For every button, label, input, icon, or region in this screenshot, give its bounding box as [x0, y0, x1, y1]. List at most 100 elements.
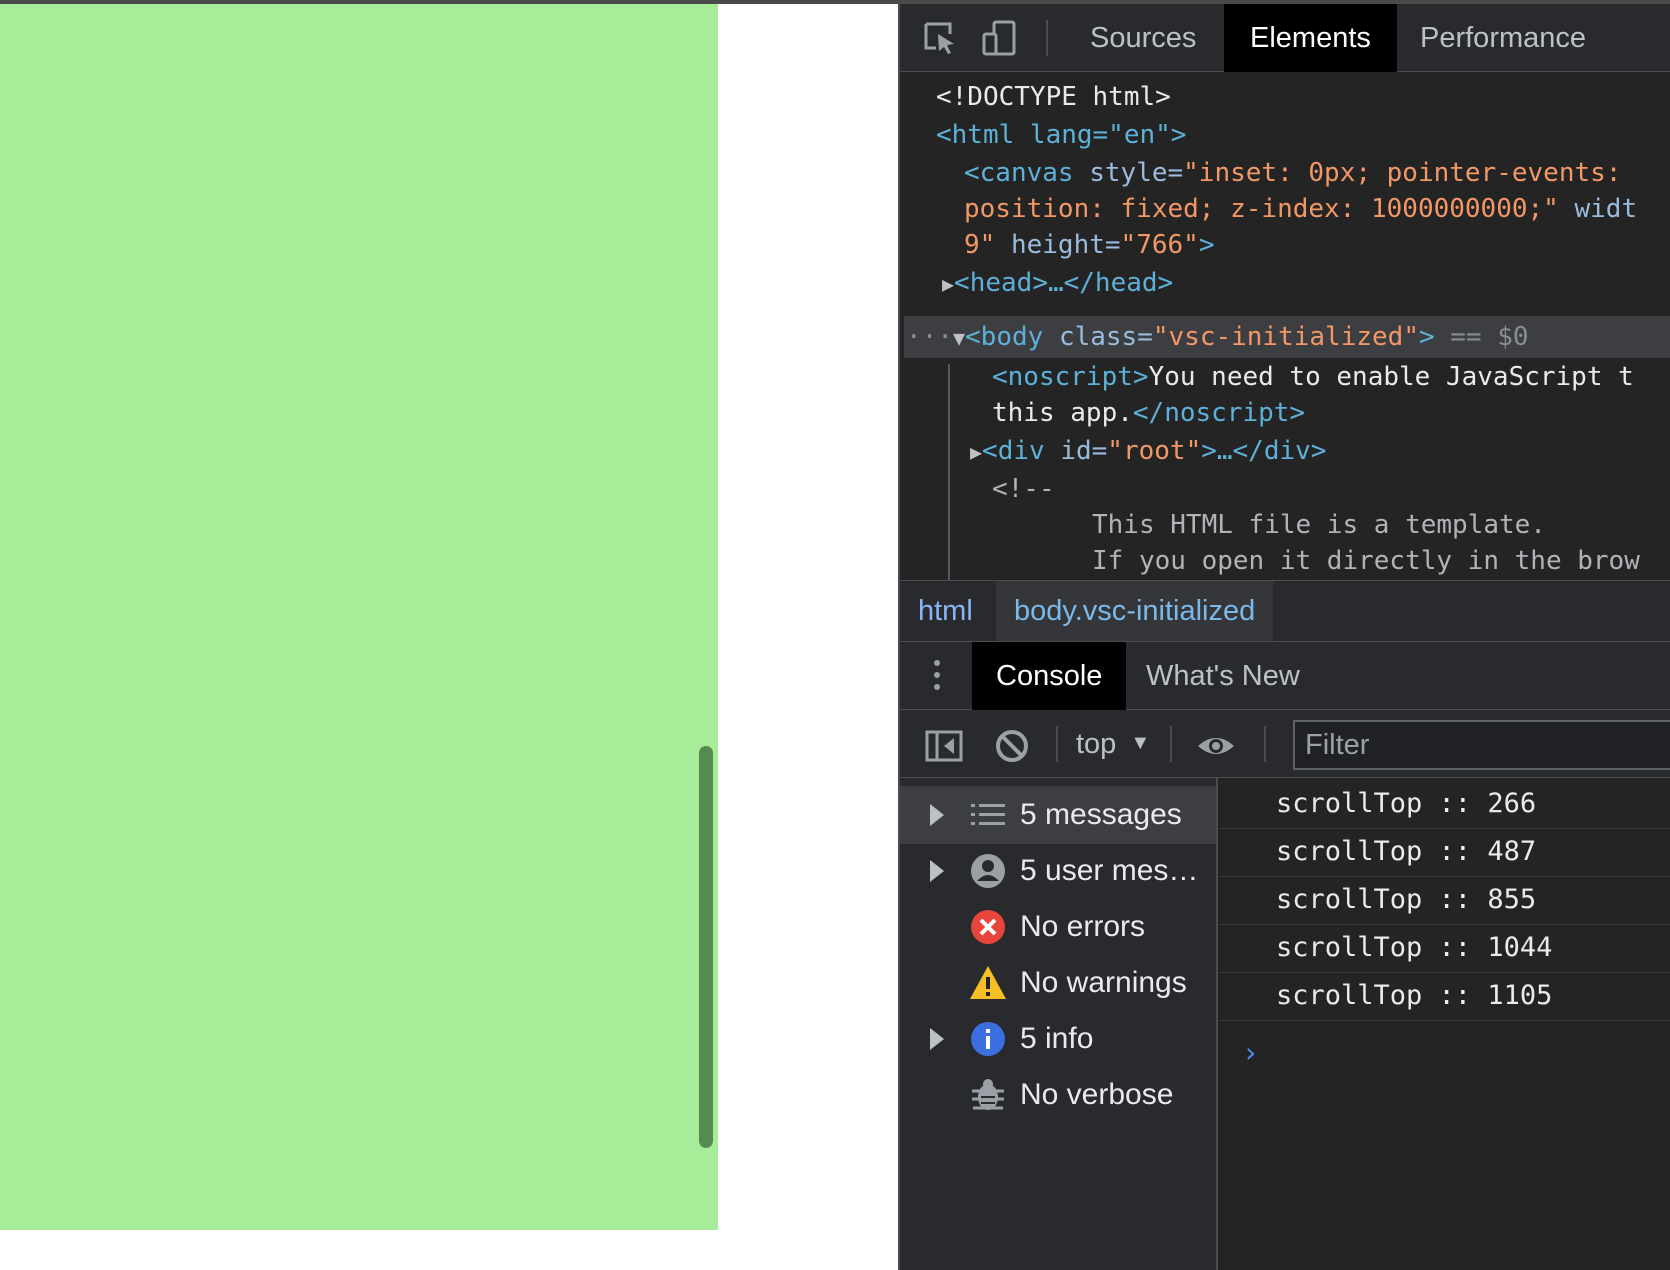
body-tag-close: >: [1418, 322, 1435, 352]
scrollbar-thumb[interactable]: [699, 746, 713, 1148]
expand-triangle-icon[interactable]: ▶: [970, 440, 982, 464]
sidebar-item-warnings[interactable]: No warnings: [900, 954, 1216, 1012]
sidebar-item-label: No errors: [1020, 910, 1146, 943]
tab-performance[interactable]: Performance: [1394, 4, 1612, 72]
canvas-style-value-2: position: fixed; z-index: 1000000000;": [964, 194, 1559, 224]
dom-line-comment[interactable]: <!--: [992, 470, 1055, 508]
canvas-tag: <canvas: [964, 158, 1090, 188]
page-viewport: [0, 4, 898, 1270]
collapse-triangle-icon[interactable]: ▼: [953, 326, 965, 350]
sidebar-item-label: 5 user mes…: [1020, 854, 1199, 887]
toolbar-divider: [1264, 726, 1266, 762]
sidebar-toggle-icon[interactable]: [924, 726, 964, 766]
devtools-panel: Sources Elements Performance <!DOCTYPE h…: [898, 4, 1670, 1270]
dom-line-doctype[interactable]: <!DOCTYPE html>: [936, 78, 1171, 116]
filter-input[interactable]: Filter: [1293, 720, 1670, 770]
dom-line-head[interactable]: ▶<head>…</head>: [942, 264, 1173, 302]
live-expression-eye-icon[interactable]: [1196, 726, 1236, 766]
sidebar-item-label: 5 messages: [1020, 798, 1182, 831]
tab-whats-new[interactable]: What's New: [1122, 642, 1324, 710]
breadcrumb-body[interactable]: body.vsc-initialized: [996, 581, 1274, 641]
toolbar-divider: [1170, 726, 1172, 762]
device-toolbar-icon[interactable]: [980, 18, 1020, 58]
dom-line-noscript-cont: this app.</noscript>: [992, 394, 1305, 432]
clear-console-icon[interactable]: [992, 726, 1032, 766]
sidebar-item-label: 5 info: [1020, 1022, 1094, 1055]
comment-open: <!--: [992, 474, 1055, 504]
sidebar-item-user-messages[interactable]: 5 user mes…: [900, 842, 1216, 900]
div-tag: <div: [982, 436, 1061, 466]
warning-icon: [970, 966, 1006, 999]
canvas-width-attr: widt: [1558, 194, 1638, 224]
dom-line-html[interactable]: <html lang="en">: [936, 116, 1186, 154]
user-icon: [971, 854, 1005, 888]
canvas-height-value: "766": [1120, 230, 1199, 260]
tab-sources[interactable]: Sources: [1064, 4, 1222, 72]
expand-triangle-icon[interactable]: ▶: [942, 272, 954, 296]
dom-line-comment-2: If you open it directly in the brow: [1092, 542, 1640, 580]
expand-arrow-icon[interactable]: [930, 1028, 944, 1050]
sidebar-item-messages[interactable]: 5 messages: [900, 786, 1216, 844]
context-selector[interactable]: top ▼: [1076, 710, 1150, 778]
sidebar-item-label: No verbose: [1020, 1078, 1174, 1111]
noscript-tag: <noscript>: [992, 362, 1149, 392]
dom-line-canvas[interactable]: <canvas style="inset: 0px; pointer-event…: [964, 154, 1637, 192]
dom-line-root-div[interactable]: ▶<div id="root">…</div>: [970, 432, 1326, 470]
canvas-style-attr: style=: [1089, 158, 1184, 188]
dom-line-canvas-cont-2: 9" height="766">: [964, 226, 1214, 264]
devtools-tabbar: Sources Elements Performance: [900, 4, 1670, 72]
console-toolbar: top ▼ Filter: [900, 710, 1670, 778]
breadcrumb-html[interactable]: html: [900, 581, 991, 641]
dom-line-canvas-cont: position: fixed; z-index: 1000000000;" w…: [964, 190, 1637, 228]
breadcrumb: html body.vsc-initialized: [900, 580, 1670, 642]
toolbar-divider: [1056, 726, 1058, 762]
sidebar-item-info[interactable]: 5 info: [900, 1010, 1216, 1068]
html-tag: <html lang="en">: [936, 120, 1187, 150]
canvas-height-attr: height=: [995, 230, 1121, 260]
canvas-width-value: 9": [964, 230, 996, 260]
console-message[interactable]: scrollTop :: 266: [1220, 780, 1670, 829]
context-label: top: [1076, 728, 1117, 760]
comment-text-2: If you open it directly in the brow: [1092, 546, 1640, 576]
canvas-style-value: "inset: 0px; pointer-events:: [1183, 158, 1638, 188]
div-id-attr: id=: [1060, 436, 1108, 466]
green-scroll-container[interactable]: [0, 4, 718, 1230]
head-tag: <head>…</head>: [954, 268, 1174, 298]
expand-arrow-icon[interactable]: [930, 860, 944, 882]
sidebar-item-errors[interactable]: No errors: [900, 898, 1216, 956]
console-sidebar: 5 messages 5 user mes… No errors No warn…: [900, 778, 1218, 1270]
console-message[interactable]: scrollTop :: 487: [1220, 828, 1670, 877]
info-icon: [971, 1022, 1005, 1056]
comment-text-1: This HTML file is a template.: [1092, 510, 1546, 540]
body-tag: <body: [965, 322, 1059, 352]
more-options-icon[interactable]: ···: [906, 322, 953, 352]
dom-line-comment-1: This HTML file is a template.: [1092, 506, 1546, 544]
doctype-text: <!DOCTYPE html>: [936, 82, 1171, 112]
console-message[interactable]: scrollTop :: 855: [1220, 876, 1670, 925]
expand-arrow-icon[interactable]: [930, 804, 944, 826]
console-ref-marker: == $0: [1434, 322, 1529, 352]
list-icon: [971, 804, 1005, 825]
sidebar-item-verbose[interactable]: No verbose: [900, 1066, 1216, 1124]
noscript-text-2: this app.: [992, 398, 1133, 428]
body-class-attr: class=: [1058, 322, 1153, 352]
indent-guide: [948, 364, 950, 580]
tab-console[interactable]: Console: [972, 642, 1127, 710]
tab-elements[interactable]: Elements: [1224, 4, 1397, 72]
noscript-text: You need to enable JavaScript t: [1148, 362, 1634, 392]
console-message[interactable]: scrollTop :: 1105: [1220, 972, 1670, 1021]
inspect-element-icon[interactable]: [920, 18, 960, 58]
sidebar-item-label: No warnings: [1020, 966, 1187, 999]
dom-line-body[interactable]: ···▼<body class="vsc-initialized"> == $0: [906, 318, 1529, 356]
console-output: scrollTop :: 266 scrollTop :: 487 scroll…: [1220, 778, 1670, 1270]
div-id-value: "root": [1107, 436, 1202, 466]
elements-dom-tree: <!DOCTYPE html> <html lang="en"> <canvas…: [900, 72, 1670, 580]
drawer-menu-icon[interactable]: [934, 660, 942, 692]
console-message[interactable]: scrollTop :: 1044: [1220, 924, 1670, 973]
noscript-close-tag: </noscript>: [1132, 398, 1306, 428]
dom-line-noscript[interactable]: <noscript>You need to enable JavaScript …: [992, 358, 1634, 396]
console-prompt-icon[interactable]: ›: [1242, 1036, 1259, 1069]
dropdown-arrow-icon: ▼: [1130, 732, 1151, 754]
body-class-value: "vsc-initialized": [1152, 322, 1419, 352]
canvas-tag-close: >: [1198, 230, 1215, 260]
